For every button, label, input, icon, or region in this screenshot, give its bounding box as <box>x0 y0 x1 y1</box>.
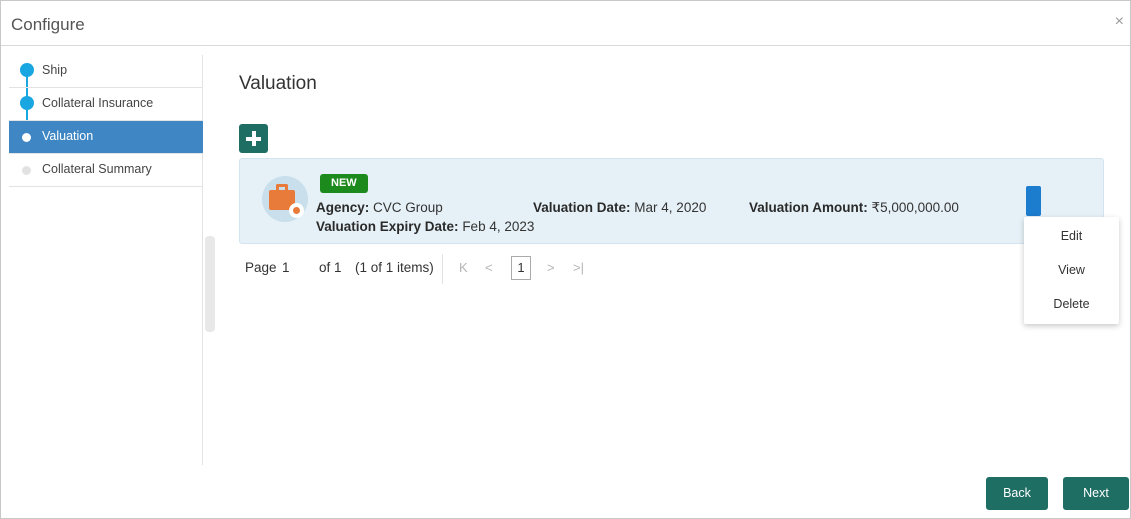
splitter-handle[interactable] <box>205 236 215 332</box>
menu-item-view[interactable]: View <box>1024 253 1119 287</box>
valuation-expiry-field: Valuation Expiry Date: Feb 4, 2023 <box>316 219 534 234</box>
prev-page-icon[interactable]: < <box>485 260 493 275</box>
agency-field: Agency: CVC Group <box>316 200 443 215</box>
step-label: Collateral Summary <box>42 162 152 176</box>
briefcase-gear-icon <box>262 176 308 222</box>
step-collateral-summary[interactable]: Collateral Summary <box>9 154 203 187</box>
first-page-icon[interactable]: K <box>459 260 468 275</box>
next-page-icon[interactable]: > <box>547 260 555 275</box>
step-collateral-insurance[interactable]: Collateral Insurance <box>9 88 203 121</box>
valuation-amount-value: ₹5,000,000.00 <box>871 200 959 215</box>
status-badge: NEW <box>320 174 368 193</box>
step-active-icon <box>22 133 31 142</box>
valuation-amount-field: Valuation Amount: ₹5,000,000.00 <box>749 200 959 216</box>
valuation-date-value: Mar 4, 2020 <box>634 200 707 215</box>
agency-label: Agency: <box>316 200 370 215</box>
step-label: Ship <box>42 63 68 77</box>
page-label: Page <box>245 260 277 275</box>
valuation-expiry-value: Feb 4, 2023 <box>462 219 535 234</box>
valuation-card: NEW Agency: CVC Group Valuation Date: Ma… <box>239 158 1104 244</box>
menu-item-edit[interactable]: Edit <box>1024 219 1119 253</box>
configure-dialog: Configure × Ship Collateral Insurance Va… <box>0 0 1131 519</box>
dialog-header: Configure × <box>1 1 1130 46</box>
items-count-text: (1 of 1 items) <box>355 260 434 275</box>
page-count-text: of 1 <box>319 260 342 275</box>
valuation-date-field: Valuation Date: Mar 4, 2020 <box>533 200 706 215</box>
step-sidebar: Ship Collateral Insurance Valuation Coll… <box>9 55 203 465</box>
card-actions-button[interactable] <box>1026 186 1041 216</box>
last-page-icon[interactable]: >| <box>573 260 584 275</box>
step-complete-icon <box>20 96 34 110</box>
close-icon[interactable]: × <box>1115 13 1124 31</box>
step-ship[interactable]: Ship <box>9 55 203 88</box>
page-number-input[interactable]: 1 <box>282 260 290 275</box>
dialog-title: Configure <box>11 15 85 34</box>
card-actions-menu: Edit View Delete <box>1024 217 1119 324</box>
back-button[interactable]: Back <box>986 477 1048 510</box>
next-button[interactable]: Next <box>1063 477 1129 510</box>
agency-value: CVC Group <box>373 200 443 215</box>
step-pending-icon <box>22 166 31 175</box>
page-title: Valuation <box>239 73 317 94</box>
step-label: Valuation <box>42 129 94 143</box>
add-valuation-button[interactable] <box>239 124 268 153</box>
step-valuation[interactable]: Valuation <box>9 121 203 154</box>
step-label: Collateral Insurance <box>42 96 154 110</box>
valuation-amount-label: Valuation Amount: <box>749 200 868 215</box>
current-page-button[interactable]: 1 <box>511 256 531 280</box>
valuation-expiry-label: Valuation Expiry Date: <box>316 219 459 234</box>
valuation-date-label: Valuation Date: <box>533 200 631 215</box>
menu-item-delete[interactable]: Delete <box>1024 287 1119 321</box>
pager-divider <box>442 254 443 284</box>
step-complete-icon <box>20 63 34 77</box>
